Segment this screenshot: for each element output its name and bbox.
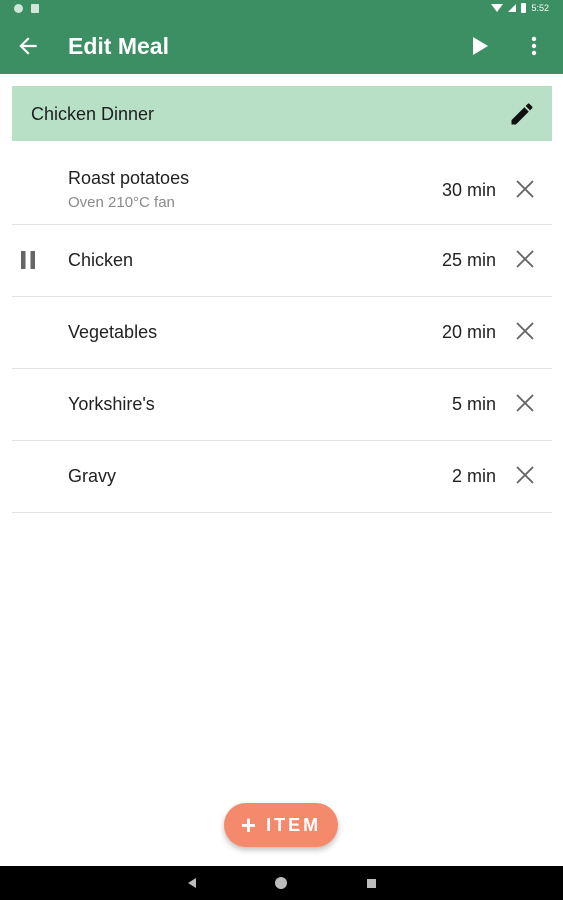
more-options-button[interactable] (516, 28, 552, 64)
battery-icon (521, 3, 527, 13)
item-time: 25 min (441, 250, 496, 270)
add-item-button[interactable]: + ITEM (224, 803, 338, 847)
nav-recents-icon[interactable] (367, 879, 376, 888)
pause-icon[interactable] (18, 249, 38, 271)
nav-back-icon[interactable] (187, 877, 197, 889)
item-time: 2 min (451, 466, 496, 486)
plus-icon: + (240, 810, 257, 840)
list-item[interactable]: Roast potatoes Oven 210°C fan 30 min (12, 155, 552, 225)
close-icon (516, 394, 534, 412)
system-nav-bar (0, 866, 563, 900)
item-name: Yorkshire's (68, 394, 155, 414)
notification-sd-icon (31, 4, 39, 13)
item-time: 5 min (451, 394, 496, 414)
item-time: 30 min (441, 180, 496, 200)
close-icon (516, 250, 534, 268)
play-button[interactable] (462, 28, 498, 64)
edit-meal-button[interactable] (506, 98, 538, 130)
back-button[interactable] (10, 28, 46, 64)
list-item[interactable]: Gravy 2 min (12, 441, 552, 513)
delete-item-button[interactable] (512, 176, 538, 202)
play-icon (473, 37, 488, 55)
list-item[interactable]: Yorkshire's 5 min (12, 369, 552, 441)
item-time: 20 min (441, 322, 496, 342)
delete-item-button[interactable] (512, 462, 538, 488)
delete-item-button[interactable] (512, 318, 538, 344)
status-bar: 5:52 (0, 0, 563, 18)
item-name: Roast potatoes (68, 168, 190, 188)
item-name: Vegetables (68, 322, 158, 342)
add-item-label: ITEM (266, 814, 322, 835)
more-vert-icon (531, 36, 537, 56)
status-time: 5:52 (531, 3, 549, 13)
meal-item-list: Roast potatoes Oven 210°C fan 30 min Chi… (12, 155, 552, 513)
cell-signal-icon (508, 4, 517, 12)
item-name: Chicken (68, 250, 134, 270)
meal-header: Chicken Dinner (12, 86, 552, 141)
status-notifications (14, 4, 39, 13)
close-icon (516, 180, 534, 198)
delete-item-button[interactable] (512, 390, 538, 416)
close-icon (516, 466, 534, 484)
arrow-left-icon (19, 37, 37, 55)
list-item[interactable]: Vegetables 20 min (12, 297, 552, 369)
notification-dot-icon (14, 4, 23, 13)
item-name: Gravy (68, 466, 117, 486)
status-system: 5:52 (491, 3, 549, 13)
page-title: Edit Meal (68, 33, 169, 59)
app-bar: Edit Meal (0, 18, 563, 74)
item-note: Oven 210°C fan (68, 194, 175, 211)
meal-name: Chicken Dinner (31, 104, 155, 124)
pencil-icon (511, 103, 533, 125)
close-icon (516, 322, 534, 340)
list-item[interactable]: Chicken 25 min (12, 225, 552, 297)
nav-home-icon[interactable] (275, 877, 287, 889)
wifi-icon (491, 4, 504, 12)
delete-item-button[interactable] (512, 246, 538, 272)
